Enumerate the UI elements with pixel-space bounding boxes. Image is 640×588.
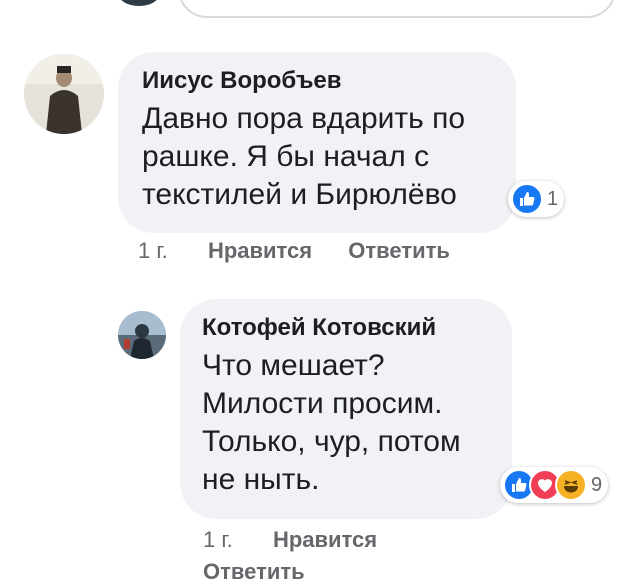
comment-bubble: Котофей Котовский Что мешает? Милости пр… [180,299,512,519]
comment-input[interactable] [178,0,616,18]
reaction-summary[interactable]: 1 [508,181,565,217]
reply-link[interactable]: Ответить [203,559,305,584]
reply-link[interactable]: Ответить [348,238,450,263]
avatar[interactable] [118,311,166,359]
like-link[interactable]: Нравится [273,527,377,552]
like-icon [511,183,543,215]
comment-text: Что мешает? Милости просим. Только, чур,… [202,349,461,496]
reaction-summary[interactable]: 9 [500,467,609,503]
comment-meta: 1 г. Нравится Ответить [138,238,450,264]
person-photo-icon [118,311,166,359]
reaction-count: 9 [591,473,603,496]
comment-bubble: Иисус Воробъев Давно пора вдарить по раш… [118,52,516,233]
person-photo-icon [24,54,104,134]
comment-meta: 1 г. Нравится [203,527,377,553]
avatar[interactable] [24,54,104,134]
comment-text: Давно пора вдарить по рашке. Я бы начал … [142,102,466,211]
current-user-avatar [118,0,160,6]
comment-timestamp[interactable]: 1 г. [138,238,168,263]
comment-timestamp[interactable]: 1 г. [203,527,233,552]
comment-author[interactable]: Иисус Воробъев [142,66,492,96]
comment-meta-reply: Ответить [203,559,305,585]
haha-icon [555,469,587,501]
like-link[interactable]: Нравится [208,238,312,263]
comment-author[interactable]: Котофей Котовский [202,313,490,343]
reaction-count: 1 [547,187,559,210]
